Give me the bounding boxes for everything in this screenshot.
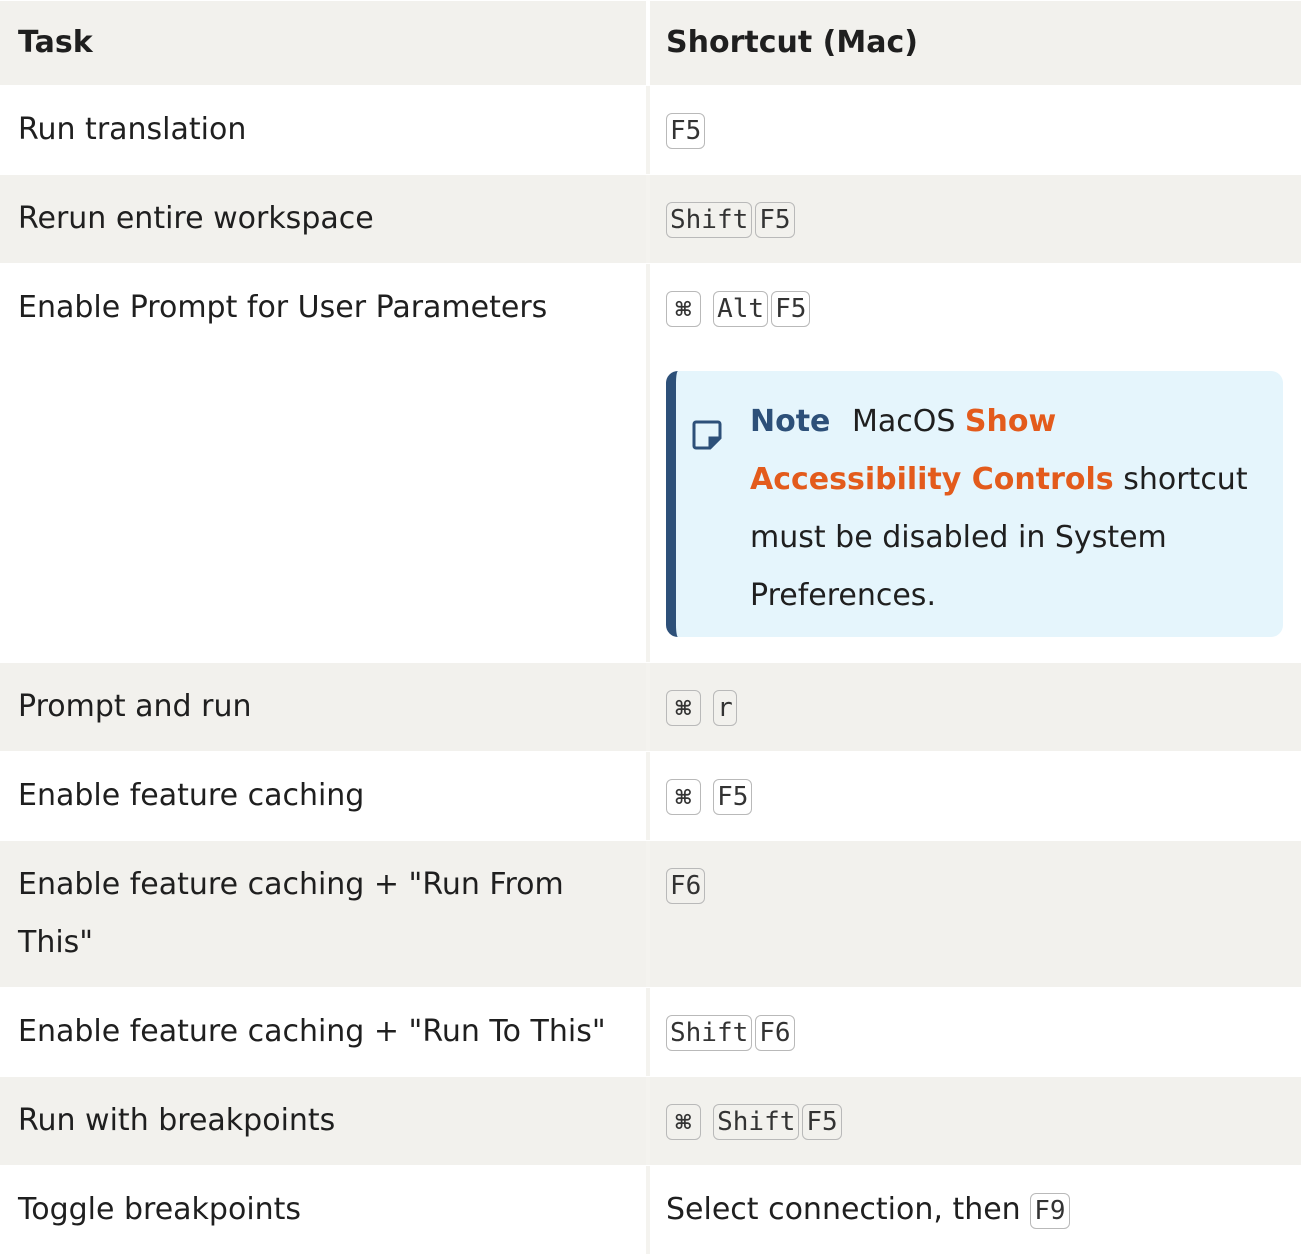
task-cell: Toggle breakpoints — [0, 1166, 650, 1254]
shortcut-cell: F6 — [650, 841, 1301, 987]
shortcut-cell: ⌘ Shift F5 — [650, 1077, 1301, 1165]
key: F5 — [713, 778, 753, 815]
task-cell: Enable Prompt for User Parameters — [0, 264, 650, 662]
table-row: Toggle breakpoints Select connection, th… — [0, 1165, 1301, 1254]
shortcut-cell: F5 — [650, 86, 1301, 174]
key: ⌘ — [666, 778, 701, 815]
key: Shift — [666, 201, 753, 238]
key: F5 — [755, 201, 795, 238]
task-cell: Enable feature caching — [0, 752, 650, 840]
note-text: Note MacOS Show Accessibility Controls s… — [750, 393, 1253, 625]
table-row: Prompt and run ⌘ r — [0, 662, 1301, 751]
table-row: Enable feature caching ⌘ F5 — [0, 751, 1301, 840]
key: F6 — [755, 1014, 795, 1051]
shortcut-cell: ⌘ r — [650, 663, 1301, 751]
key: F5 — [666, 112, 706, 149]
key: ⌘ — [666, 290, 701, 327]
shortcut-cell: ⌘ F5 — [650, 752, 1301, 840]
shortcut-cell: Shift F6 — [650, 988, 1301, 1076]
task-cell: Enable feature caching + "Run From This" — [0, 841, 650, 987]
task-cell: Prompt and run — [0, 663, 650, 751]
shortcut-prefix: Select connection, then — [666, 1192, 1021, 1227]
note-label: Note — [750, 404, 831, 439]
header-shortcut: Shortcut (Mac) — [666, 25, 918, 60]
key: ⌘ — [666, 1103, 701, 1140]
note-icon — [692, 412, 724, 625]
task-cell: Run with breakpoints — [0, 1077, 650, 1165]
shortcut-cell: Shift F5 — [650, 175, 1301, 263]
task-cell: Run translation — [0, 86, 650, 174]
key: F5 — [802, 1103, 842, 1140]
table-row: Run translation F5 — [0, 85, 1301, 174]
table-row: Enable feature caching + "Run To This" S… — [0, 987, 1301, 1076]
table-header: Task Shortcut (Mac) — [0, 0, 1301, 85]
note-text-before: MacOS — [851, 404, 956, 439]
table-row: Rerun entire workspace Shift F5 — [0, 174, 1301, 263]
task-cell: Rerun entire workspace — [0, 175, 650, 263]
key: Alt — [713, 290, 769, 327]
key: ⌘ — [666, 689, 701, 726]
key: Shift — [666, 1014, 753, 1051]
table-row: Enable Prompt for User Parameters ⌘ Alt F… — [0, 263, 1301, 662]
key: F9 — [1030, 1192, 1070, 1229]
shortcut-cell: Select connection, then F9 — [650, 1166, 1301, 1254]
task-cell: Enable feature caching + "Run To This" — [0, 988, 650, 1076]
key: F6 — [666, 867, 706, 904]
key: Shift — [713, 1103, 800, 1140]
shortcuts-table: Task Shortcut (Mac) Run translation F5 R… — [0, 0, 1301, 1254]
header-task: Task — [0, 1, 650, 85]
key: F5 — [771, 290, 811, 327]
key: r — [713, 689, 737, 726]
table-row: Enable feature caching + "Run From This"… — [0, 840, 1301, 987]
note-callout: Note MacOS Show Accessibility Controls s… — [666, 371, 1283, 637]
table-row: Run with breakpoints ⌘ Shift F5 — [0, 1076, 1301, 1165]
shortcut-cell: ⌘ Alt F5 Note MacOS Show Accessibility Co… — [650, 264, 1301, 662]
